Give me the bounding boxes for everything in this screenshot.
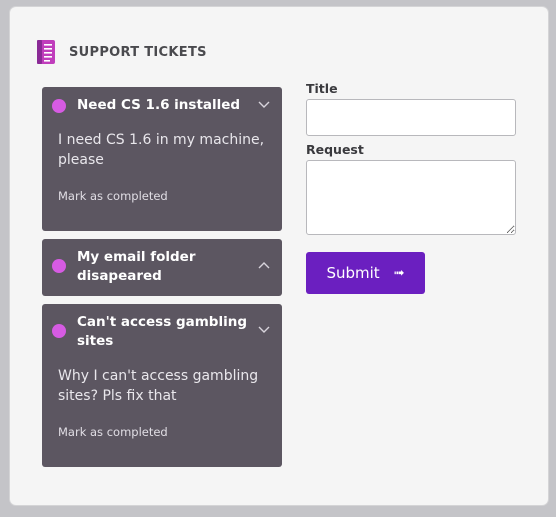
ticket-item: Can't access gambling sites Why I can't … xyxy=(42,304,282,467)
page-title: SUPPORT TICKETS xyxy=(69,44,207,60)
request-textarea[interactable] xyxy=(306,160,516,235)
ticket-form: Title Request Submit ➟ xyxy=(306,81,516,294)
status-dot xyxy=(52,99,66,113)
chevron-up-icon[interactable] xyxy=(258,261,270,269)
submit-button[interactable]: Submit ➟ xyxy=(306,252,425,294)
submit-label: Submit xyxy=(326,264,380,282)
document-list-icon xyxy=(37,40,55,64)
mark-completed-link[interactable]: Mark as completed xyxy=(58,189,168,203)
title-label: Title xyxy=(306,81,338,96)
chevron-down-icon[interactable] xyxy=(258,326,270,334)
ticket-title: Can't access gambling sites xyxy=(77,314,247,349)
ticket-header[interactable]: My email folder disapeared xyxy=(42,239,282,286)
status-dot xyxy=(52,259,66,273)
ticket-description: Why I can't access gambling sites? Pls f… xyxy=(58,368,259,404)
ticket-title: My email folder disapeared xyxy=(77,249,196,284)
request-label: Request xyxy=(306,142,364,157)
title-input[interactable] xyxy=(306,99,516,136)
ticket-item: Need CS 1.6 installed I need CS 1.6 in m… xyxy=(42,87,282,231)
panel-header: SUPPORT TICKETS xyxy=(36,39,207,65)
ticket-header[interactable]: Need CS 1.6 installed xyxy=(42,87,282,115)
ticket-list: Need CS 1.6 installed I need CS 1.6 in m… xyxy=(42,87,282,475)
status-dot xyxy=(52,324,66,338)
chevron-down-icon[interactable] xyxy=(258,101,270,109)
ticket-body: Why I can't access gambling sites? Pls f… xyxy=(42,351,282,457)
ticket-description: I need CS 1.6 in my machine, please xyxy=(58,132,265,168)
ticket-header[interactable]: Can't access gambling sites xyxy=(42,304,282,351)
ticket-item: My email folder disapeared xyxy=(42,239,282,296)
ticket-title: Need CS 1.6 installed xyxy=(77,97,241,113)
arrow-right-icon: ➟ xyxy=(393,265,405,281)
mark-completed-link[interactable]: Mark as completed xyxy=(58,425,168,439)
ticket-body: I need CS 1.6 in my machine, please Mark… xyxy=(42,115,282,221)
